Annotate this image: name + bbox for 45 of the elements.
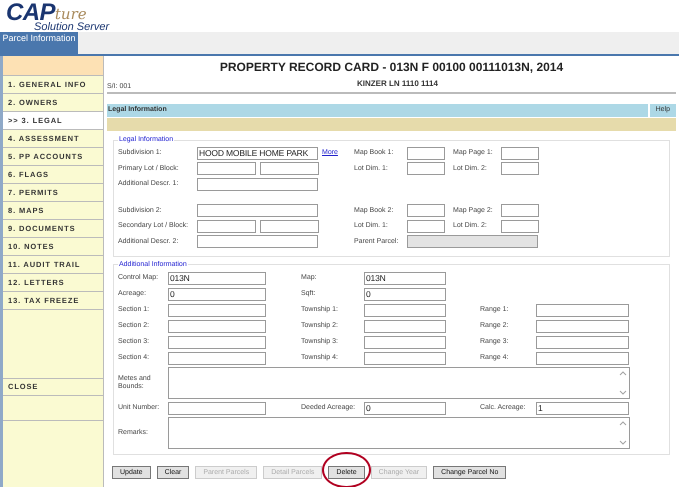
input-field[interactable]: 0 bbox=[168, 288, 266, 300]
input-field[interactable]: 1 bbox=[536, 402, 629, 414]
input-field[interactable] bbox=[364, 304, 446, 316]
input-field[interactable]: 0 bbox=[364, 288, 446, 300]
input-field[interactable] bbox=[536, 320, 629, 332]
input-field[interactable] bbox=[197, 220, 256, 233]
logo-script-text: ture bbox=[54, 7, 87, 22]
input-field[interactable]: 0 bbox=[364, 402, 446, 414]
input-field[interactable]: 013N bbox=[168, 272, 266, 284]
input-field[interactable] bbox=[407, 220, 445, 233]
input-field[interactable] bbox=[168, 320, 266, 332]
record-title: PROPERTY RECORD CARD - 013N F 00100 00111013N, 2014 bbox=[220, 59, 564, 76]
input-field[interactable] bbox=[501, 220, 539, 233]
input-field[interactable] bbox=[407, 162, 445, 176]
input-field[interactable] bbox=[168, 336, 266, 348]
scroll-down-icon[interactable] bbox=[619, 390, 627, 395]
input-field[interactable]: 013N bbox=[364, 272, 446, 284]
input-field[interactable] bbox=[536, 352, 629, 364]
input-field[interactable] bbox=[168, 402, 266, 414]
input-field[interactable] bbox=[501, 204, 539, 218]
input-field[interactable] bbox=[197, 204, 318, 218]
input-field[interactable]: HOOD MOBILE HOME PARK bbox=[197, 146, 318, 160]
input-field[interactable] bbox=[536, 336, 629, 348]
input-field[interactable] bbox=[197, 162, 256, 176]
input-field[interactable] bbox=[260, 162, 319, 176]
input-field[interactable] bbox=[407, 204, 445, 218]
text-area-field[interactable] bbox=[168, 417, 630, 449]
input-field[interactable] bbox=[364, 320, 446, 332]
input-field[interactable] bbox=[536, 304, 629, 316]
input-field[interactable] bbox=[364, 336, 446, 348]
parcel-information-tab[interactable]: Parcel Information bbox=[0, 32, 78, 54]
input-field[interactable] bbox=[364, 352, 446, 364]
address-text: KINZER LN 1110 1114 bbox=[357, 78, 438, 90]
scroll-down-icon[interactable] bbox=[619, 440, 627, 445]
input-field[interactable] bbox=[407, 146, 445, 160]
input-field[interactable] bbox=[260, 220, 319, 233]
input-field[interactable] bbox=[197, 178, 318, 191]
scroll-up-icon[interactable] bbox=[619, 421, 627, 426]
text-area-field[interactable] bbox=[168, 367, 630, 399]
input-field[interactable] bbox=[168, 352, 266, 364]
input-field[interactable] bbox=[168, 304, 266, 316]
scroll-up-icon[interactable] bbox=[619, 371, 627, 376]
input-field[interactable] bbox=[197, 235, 318, 248]
input-field[interactable] bbox=[501, 162, 539, 176]
input-field[interactable] bbox=[501, 146, 539, 160]
